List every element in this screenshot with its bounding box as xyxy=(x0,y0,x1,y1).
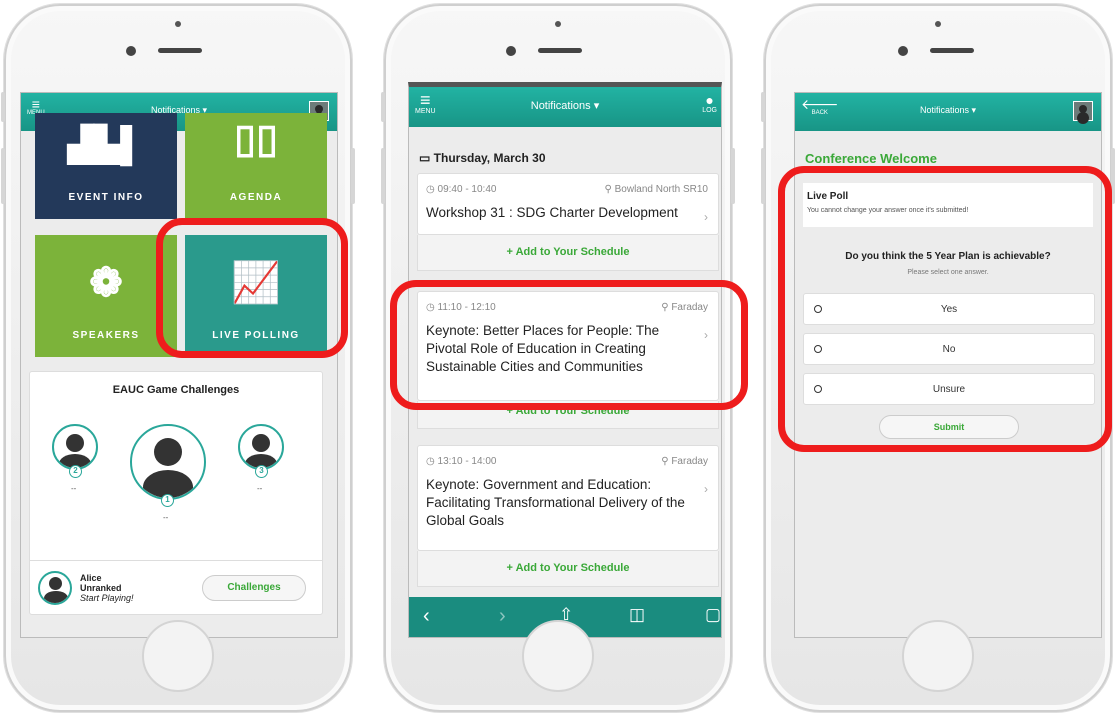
back-arrow-icon[interactable]: ‹ xyxy=(423,605,430,628)
chevron-right-icon: › xyxy=(704,482,708,496)
day-label: Thursday, March 30 xyxy=(433,151,546,165)
rank-number: 1 xyxy=(161,494,174,507)
tabs-icon[interactable]: ▢ xyxy=(705,605,721,625)
user-status: Start Playing! xyxy=(80,593,134,603)
game-challenges-card: EAUC Game Challenges 2 -- 1 -- 3 -- Alic… xyxy=(29,371,323,615)
agenda-tile[interactable]: ▯▯ AGENDA xyxy=(185,113,327,219)
login-label: LOG xyxy=(702,107,717,114)
tile-label: EVENT INFO xyxy=(68,192,144,203)
session-time: ◷ 09:40 - 10:40 xyxy=(426,184,497,195)
home-screen: ≡ MENU Notifications ▾ ▟▙▌ EVENT INFO ▯▯… xyxy=(20,92,338,638)
user-summary: Alice Unranked Start Playing! Challenges xyxy=(30,560,322,614)
session-card[interactable]: ◷ 13:10 - 14:00 ⚲ Faraday Keynote: Gover… xyxy=(417,445,719,551)
rank-2-avatar xyxy=(52,424,98,470)
login-button[interactable]: ● LOG xyxy=(702,93,717,114)
user-icon: ● xyxy=(705,92,714,108)
city-icon: ▟▙▌ xyxy=(67,126,145,164)
rank-3-avatar xyxy=(238,424,284,470)
add-to-schedule-button[interactable]: + Add to Your Schedule xyxy=(417,235,719,271)
game-title: EAUC Game Challenges xyxy=(112,384,240,396)
notifications-dropdown[interactable]: Notifications ▾ xyxy=(795,105,1101,116)
home-button[interactable] xyxy=(522,620,594,692)
rank-number: 2 xyxy=(69,465,82,478)
user-info: Alice Unranked Start Playing! xyxy=(80,573,134,603)
rank-number: 3 xyxy=(255,465,268,478)
bookmarks-icon[interactable]: ◫ xyxy=(629,605,645,625)
home-button[interactable] xyxy=(902,620,974,692)
calendar-icon: ▭ xyxy=(419,151,434,165)
chevron-right-icon: › xyxy=(704,210,708,224)
add-to-schedule-button[interactable]: + Add to Your Schedule xyxy=(417,551,719,587)
user-name: Alice xyxy=(80,573,102,583)
forward-arrow-icon[interactable]: › xyxy=(499,605,506,628)
day-header: ▭ Thursday, March 30 xyxy=(419,151,546,165)
home-button[interactable] xyxy=(142,620,214,692)
highlight-live-poll xyxy=(778,166,1112,452)
profile-avatar-button[interactable] xyxy=(1073,101,1093,121)
phone-frame-1: ≡ MENU Notifications ▾ ▟▙▌ EVENT INFO ▯▯… xyxy=(1,4,355,712)
session-title: Workshop 31 : SDG Charter Development xyxy=(426,205,678,220)
rank-1-avatar xyxy=(130,424,206,500)
session-card[interactable]: ◷ 09:40 - 10:40 ⚲ Bowland North SR10 Wor… xyxy=(417,173,719,235)
rank-score: -- xyxy=(257,484,263,493)
session-time: ◷ 13:10 - 14:00 xyxy=(426,456,497,467)
flower-icon: ❁ xyxy=(89,261,123,305)
highlight-live-polling xyxy=(156,218,348,358)
session-title: Keynote: Government and Education: Facil… xyxy=(426,477,685,528)
book-icon: ▯▯ xyxy=(233,117,279,161)
event-info-tile[interactable]: ▟▙▌ EVENT INFO xyxy=(35,113,177,219)
top-bar: ≡ MENU Notifications ▾ ● LOG xyxy=(409,87,721,127)
top-bar: 🡐 BACK Notifications ▾ xyxy=(795,93,1101,131)
challenges-button[interactable]: Challenges xyxy=(202,575,306,601)
user-rank: Unranked xyxy=(80,583,122,593)
highlight-keynote-session xyxy=(390,280,748,410)
session-location: ⚲ Faraday xyxy=(661,456,708,467)
session-location: ⚲ Bowland North SR10 xyxy=(604,184,709,195)
rank-score: -- xyxy=(71,484,77,493)
session-heading: Conference Welcome xyxy=(805,151,937,166)
notifications-dropdown[interactable]: Notifications ▾ xyxy=(409,99,721,112)
rank-score: -- xyxy=(163,513,169,522)
tile-label: AGENDA xyxy=(229,192,283,203)
user-avatar xyxy=(38,571,72,605)
